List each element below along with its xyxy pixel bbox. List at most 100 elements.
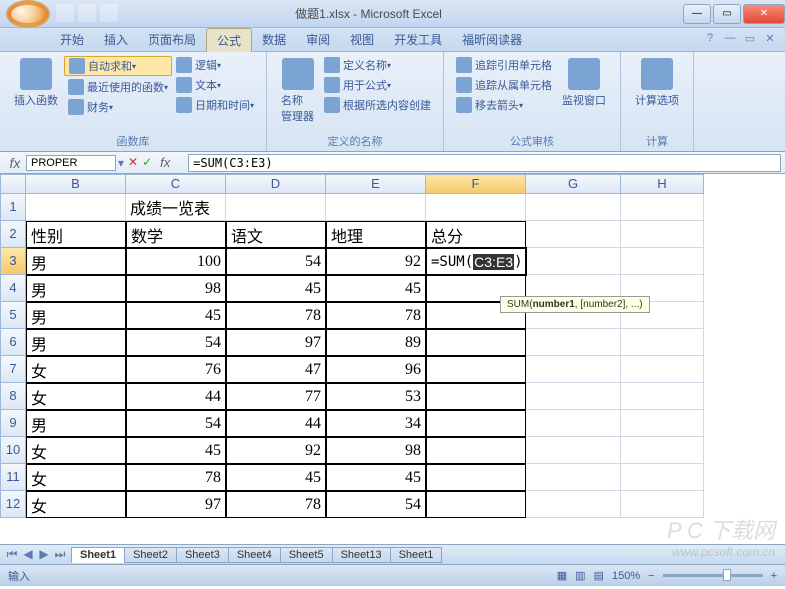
tab-nav-last-icon[interactable]: ⏭	[52, 547, 68, 562]
col-header-G[interactable]: G	[526, 174, 621, 194]
ribbon-use-button[interactable]: 用于公式 ▾	[320, 76, 435, 94]
ribbon-finance-button[interactable]: 财务 ▾	[64, 98, 172, 116]
cell-F7[interactable]	[426, 356, 526, 383]
sheet-tab-5[interactable]: Sheet13	[332, 547, 391, 563]
col-header-D[interactable]: D	[226, 174, 326, 194]
cell-G2[interactable]	[526, 221, 621, 248]
namebox-dropdown-icon[interactable]: ▾	[118, 156, 124, 170]
row-header-12[interactable]: 12	[0, 491, 26, 518]
formula-bar[interactable]	[188, 154, 781, 172]
row-header-1[interactable]: 1	[0, 194, 26, 221]
cell-H1[interactable]	[621, 194, 704, 221]
cell-G3[interactable]	[526, 248, 621, 275]
cell-C7[interactable]: 76	[126, 356, 226, 383]
ribbon-sum-button[interactable]: 自动求和 ▾	[64, 56, 172, 76]
ribbon-trace-d-button[interactable]: 追踪从属单元格	[452, 76, 556, 94]
zoom-slider[interactable]	[663, 574, 763, 577]
cell-E3[interactable]: 92	[326, 248, 426, 275]
accept-formula-icon[interactable]: ✓	[142, 155, 152, 170]
cell-D7[interactable]: 47	[226, 356, 326, 383]
zoom-out-button[interactable]: −	[648, 570, 654, 582]
cell-D10[interactable]: 92	[226, 437, 326, 464]
cell-G11[interactable]	[526, 464, 621, 491]
menu-tab-6[interactable]: 视图	[340, 28, 384, 52]
cell-G8[interactable]	[526, 383, 621, 410]
cell-B6[interactable]: 男	[26, 329, 126, 356]
sheet-tab-6[interactable]: Sheet1	[390, 547, 443, 563]
row-header-10[interactable]: 10	[0, 437, 26, 464]
cell-E11[interactable]: 45	[326, 464, 426, 491]
row-header-3[interactable]: 3	[0, 248, 26, 275]
zoom-level[interactable]: 150%	[612, 570, 640, 582]
menu-tab-8[interactable]: 福昕阅读器	[452, 28, 532, 52]
row-header-2[interactable]: 2	[0, 221, 26, 248]
menu-tab-1[interactable]: 插入	[94, 28, 138, 52]
cell-C5[interactable]: 45	[126, 302, 226, 329]
row-header-11[interactable]: 11	[0, 464, 26, 491]
cell-C3[interactable]: 100	[126, 248, 226, 275]
ribbon-text-button[interactable]: 文本 ▾	[172, 76, 258, 94]
menu-tab-7[interactable]: 开发工具	[384, 28, 452, 52]
doc-minimize-button[interactable]: —	[721, 32, 739, 48]
sheet-tab-1[interactable]: Sheet2	[124, 547, 177, 563]
cell-C11[interactable]: 78	[126, 464, 226, 491]
menu-tab-5[interactable]: 审阅	[296, 28, 340, 52]
zoom-in-button[interactable]: +	[771, 570, 777, 582]
cell-F6[interactable]	[426, 329, 526, 356]
col-header-F[interactable]: F	[426, 174, 526, 194]
maximize-button[interactable]: ▭	[713, 4, 741, 24]
ribbon-logic-button[interactable]: 逻辑 ▾	[172, 56, 258, 74]
menu-tab-4[interactable]: 数据	[252, 28, 296, 52]
cell-E1[interactable]	[326, 194, 426, 221]
row-header-8[interactable]: 8	[0, 383, 26, 410]
cell-E10[interactable]: 98	[326, 437, 426, 464]
cell-D4[interactable]: 45	[226, 275, 326, 302]
cell-F10[interactable]	[426, 437, 526, 464]
cell-H11[interactable]	[621, 464, 704, 491]
close-button[interactable]: ✕	[743, 4, 785, 24]
menu-tab-3[interactable]: 公式	[206, 28, 252, 52]
cell-H2[interactable]	[621, 221, 704, 248]
cell-C8[interactable]: 44	[126, 383, 226, 410]
col-header-E[interactable]: E	[326, 174, 426, 194]
cell-C4[interactable]: 98	[126, 275, 226, 302]
insert-function-icon[interactable]: fx	[160, 155, 180, 170]
cell-B12[interactable]: 女	[26, 491, 126, 518]
ribbon-calc-button[interactable]: 计算选项	[629, 56, 685, 131]
cell-H7[interactable]	[621, 356, 704, 383]
cell-E4[interactable]: 45	[326, 275, 426, 302]
cell-B1[interactable]	[26, 194, 126, 221]
ribbon-define-button[interactable]: 定义名称 ▾	[320, 56, 435, 74]
cell-D5[interactable]: 78	[226, 302, 326, 329]
cell-C9[interactable]: 54	[126, 410, 226, 437]
cell-D9[interactable]: 44	[226, 410, 326, 437]
cell-B4[interactable]: 男	[26, 275, 126, 302]
cell-F1[interactable]	[426, 194, 526, 221]
cell-C10[interactable]: 45	[126, 437, 226, 464]
cell-G1[interactable]	[526, 194, 621, 221]
ribbon-create-button[interactable]: 根据所选内容创建	[320, 96, 435, 114]
menu-tab-2[interactable]: 页面布局	[138, 28, 206, 52]
col-header-C[interactable]: C	[126, 174, 226, 194]
cell-H8[interactable]	[621, 383, 704, 410]
cell-F12[interactable]	[426, 491, 526, 518]
cell-E6[interactable]: 89	[326, 329, 426, 356]
cell-C2[interactable]: 数学	[126, 221, 226, 248]
cell-B5[interactable]: 男	[26, 302, 126, 329]
sheet-tab-4[interactable]: Sheet5	[280, 547, 333, 563]
cell-C1[interactable]: 成绩一览表	[126, 194, 226, 221]
cell-F3[interactable]: =SUM(C3:E3)	[426, 248, 526, 275]
select-all-corner[interactable]	[0, 174, 26, 194]
row-header-5[interactable]: 5	[0, 302, 26, 329]
tab-nav-first-icon[interactable]: ⏮	[4, 547, 20, 562]
view-normal-icon[interactable]: ▦	[557, 569, 567, 582]
cell-H6[interactable]	[621, 329, 704, 356]
cell-D8[interactable]: 77	[226, 383, 326, 410]
row-header-9[interactable]: 9	[0, 410, 26, 437]
doc-close-button[interactable]: ✕	[761, 32, 779, 48]
cell-B10[interactable]: 女	[26, 437, 126, 464]
col-header-H[interactable]: H	[621, 174, 704, 194]
help-icon[interactable]: ?	[701, 32, 719, 48]
cell-B11[interactable]: 女	[26, 464, 126, 491]
qat-redo-icon[interactable]	[100, 4, 118, 22]
